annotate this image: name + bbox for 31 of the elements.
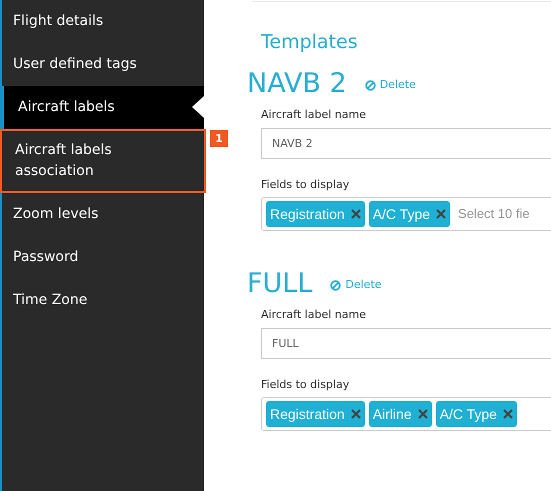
- input-field[interactable]: FULL: [261, 328, 551, 359]
- remove-icon[interactable]: [350, 209, 361, 219]
- tag-label: Airline: [372, 404, 412, 424]
- sidebar-item[interactable]: Flight details: [2, 0, 204, 43]
- remove-icon[interactable]: [502, 409, 513, 419]
- remove-icon[interactable]: [350, 409, 361, 419]
- tag-label: Registration: [270, 404, 345, 424]
- sidebar-item[interactable]: Password: [2, 236, 204, 279]
- pointer-notch-icon: [192, 96, 204, 118]
- sidebar-item[interactable]: Aircraft labels: [0, 86, 204, 129]
- placeholder-text: Select 10 fie: [458, 205, 530, 224]
- field-label: Fields to display: [261, 177, 350, 193]
- tag-label: A/C Type: [372, 204, 430, 224]
- section-heading: Templates: [261, 30, 358, 55]
- template-title: FULL: [247, 267, 312, 301]
- sidebar-item[interactable]: User defined tags: [2, 43, 204, 86]
- sidebar-item[interactable]: Zoom levels: [2, 193, 204, 236]
- sidebar-item[interactable]: Aircraft labels association: [0, 129, 206, 193]
- prohibited-icon: [330, 280, 342, 291]
- remove-icon[interactable]: [436, 209, 446, 219]
- prohibited-icon: [364, 80, 376, 91]
- tag-label: A/C Type: [440, 404, 497, 424]
- input-field[interactable]: NAVB 2: [261, 128, 551, 159]
- tag-label: Registration: [270, 204, 345, 224]
- field-label: Aircraft label name: [261, 107, 366, 123]
- annotation-badge: 1: [210, 130, 228, 147]
- field-label: Fields to display: [261, 377, 350, 393]
- sidebar-item[interactable]: Time Zone: [2, 279, 204, 322]
- field-label: Aircraft label name: [261, 307, 366, 323]
- template-title: NAVB 2: [247, 67, 347, 101]
- remove-icon[interactable]: [418, 409, 428, 419]
